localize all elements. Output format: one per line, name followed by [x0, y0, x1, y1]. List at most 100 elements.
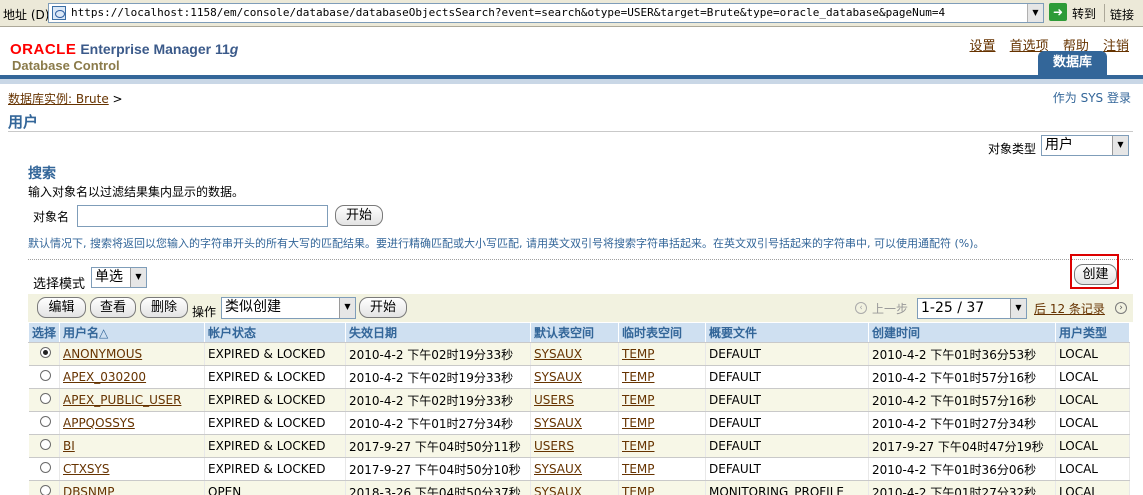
tab-database[interactable]: 数据库 — [1038, 51, 1107, 75]
cell-user-type: LOCAL — [1055, 411, 1130, 435]
chevron-down-icon: ▼ — [1112, 136, 1128, 155]
table-row: ANONYMOUS EXPIRED & LOCKED 2010-4-2 下午02… — [28, 342, 1130, 366]
default-tablespace-link[interactable]: SYSAUX — [534, 485, 582, 495]
row-radio[interactable] — [39, 393, 51, 404]
temp-tablespace-link[interactable]: TEMP — [622, 370, 655, 384]
col-header-expiry-date[interactable]: 失效日期 — [345, 322, 531, 343]
previous-icon: ‹ — [855, 302, 867, 314]
cell-account-status: EXPIRED & LOCKED — [204, 365, 346, 389]
username-link[interactable]: DBSNMP — [63, 485, 114, 495]
cell-default-tablespace: USERS — [530, 388, 619, 412]
default-tablespace-link[interactable]: SYSAUX — [534, 347, 582, 361]
username-link[interactable]: APEX_030200 — [63, 370, 146, 384]
table-row: APPQOSSYS EXPIRED & LOCKED 2010-4-2 下午01… — [28, 411, 1130, 435]
cell-created: 2010-4-2 下午01时36分53秒 — [868, 342, 1056, 366]
username-link[interactable]: BI — [63, 439, 75, 453]
username-link[interactable]: APEX_PUBLIC_USER — [63, 393, 181, 407]
row-radio[interactable] — [39, 462, 51, 473]
username-link[interactable]: APPQOSSYS — [63, 416, 135, 430]
cell-user-type: LOCAL — [1055, 457, 1130, 481]
page-range-select[interactable]: 1-25 / 37 ▼ — [917, 298, 1027, 319]
breadcrumb-separator: > — [112, 92, 123, 106]
breadcrumb-instance-link[interactable]: 数据库实例: Brute — [8, 92, 109, 106]
brand-g: g — [229, 41, 239, 57]
cell-user-type: LOCAL — [1055, 480, 1130, 495]
next-icon[interactable]: › — [1115, 302, 1127, 314]
search-title: 搜索 — [28, 166, 56, 182]
col-header-temp-tablespace[interactable]: 临时表空间 — [618, 322, 706, 343]
page-title: 用户 — [8, 113, 39, 131]
edit-button[interactable]: 编辑 — [37, 297, 86, 318]
row-radio[interactable] — [39, 347, 51, 358]
url-input[interactable]: https://localhost:1158/em/console/databa… — [48, 3, 1044, 23]
cell-profile: DEFAULT — [705, 365, 869, 389]
action-go-button[interactable]: 开始 — [359, 297, 407, 318]
row-radio[interactable] — [39, 370, 51, 381]
search-hint: 默认情况下, 搜索将返回以您输入的字符串开头的所有大写的匹配结果。要进行精确匹配… — [28, 237, 985, 250]
next-page-link[interactable]: 后 12 条记录 — [1034, 300, 1105, 317]
select-mode-select[interactable]: 单选 ▼ — [91, 267, 147, 288]
object-name-input[interactable] — [77, 205, 328, 227]
default-tablespace-link[interactable]: USERS — [534, 393, 574, 407]
link-settings[interactable]: 设置 — [970, 39, 996, 54]
default-tablespace-link[interactable]: SYSAUX — [534, 416, 582, 430]
cell-temp-tablespace: TEMP — [618, 365, 706, 389]
search-go-button[interactable]: 开始 — [335, 205, 383, 226]
temp-tablespace-link[interactable]: TEMP — [622, 393, 655, 407]
row-radio[interactable] — [39, 416, 51, 427]
go-button[interactable]: ➜ 转到 — [1049, 3, 1102, 23]
temp-tablespace-link[interactable]: TEMP — [622, 462, 655, 476]
col-header-user-type[interactable]: 用户类型 — [1055, 322, 1130, 343]
brand-oracle: ORACLE — [10, 41, 77, 58]
temp-tablespace-link[interactable]: TEMP — [622, 485, 655, 495]
col-header-default-tablespace[interactable]: 默认表空间 — [530, 322, 619, 343]
cell-account-status: OPEN — [204, 480, 346, 495]
temp-tablespace-link[interactable]: TEMP — [622, 347, 655, 361]
links-button[interactable]: 链接 — [1110, 6, 1134, 23]
cell-expiry-date: 2010-4-2 下午02时19分33秒 — [345, 365, 531, 389]
cell-account-status: EXPIRED & LOCKED — [204, 457, 346, 481]
col-header-created[interactable]: 创建时间 — [868, 322, 1056, 343]
search-description: 输入对象名以过滤结果集内显示的数据。 — [28, 185, 245, 199]
cell-expiry-date: 2010-4-2 下午01时27分34秒 — [345, 411, 531, 435]
default-tablespace-link[interactable]: USERS — [534, 439, 574, 453]
cell-username: CTXSYS — [59, 457, 205, 481]
url-dropdown-icon[interactable]: ▼ — [1027, 4, 1043, 22]
url-text: https://localhost:1158/em/console/databa… — [71, 6, 946, 19]
cell-created: 2010-4-2 下午01时36分06秒 — [868, 457, 1056, 481]
table-row: BI EXPIRED & LOCKED 2017-9-27 下午04时50分11… — [28, 434, 1130, 458]
cell-expiry-date: 2018-3-26 下午04时50分37秒 — [345, 480, 531, 495]
address-bar: 地址 (D) https://localhost:1158/em/console… — [0, 0, 1143, 27]
title-divider — [8, 131, 1133, 132]
cell-default-tablespace: SYSAUX — [530, 457, 619, 481]
cell-temp-tablespace: TEMP — [618, 457, 706, 481]
cell-user-type: LOCAL — [1055, 388, 1130, 412]
username-link[interactable]: ANONYMOUS — [63, 347, 142, 361]
chevron-down-icon: ▼ — [1010, 299, 1026, 318]
temp-tablespace-link[interactable]: TEMP — [622, 416, 655, 430]
default-tablespace-link[interactable]: SYSAUX — [534, 370, 582, 384]
view-button[interactable]: 查看 — [90, 297, 136, 318]
action-select[interactable]: 类似创建 ▼ — [221, 297, 356, 319]
row-select-cell — [28, 388, 60, 412]
cell-default-tablespace: SYSAUX — [530, 365, 619, 389]
delete-button[interactable]: 删除 — [140, 297, 188, 318]
select-mode-value: 单选 — [95, 269, 123, 285]
row-select-cell — [28, 457, 60, 481]
create-button[interactable]: 创建 — [1074, 264, 1117, 285]
row-radio[interactable] — [39, 439, 51, 450]
row-select-cell — [28, 480, 60, 495]
link-logout[interactable]: 注销 — [1103, 39, 1129, 54]
default-tablespace-link[interactable]: SYSAUX — [534, 462, 582, 476]
previous-link: 上一步 — [872, 302, 909, 316]
col-header-username[interactable]: 用户名△ — [59, 322, 205, 343]
col-header-profile[interactable]: 概要文件 — [705, 322, 869, 343]
col-header-account-status[interactable]: 帐户状态 — [204, 322, 346, 343]
temp-tablespace-link[interactable]: TEMP — [622, 439, 655, 453]
object-type-select[interactable]: 用户 ▼ — [1041, 135, 1129, 156]
cell-default-tablespace: USERS — [530, 434, 619, 458]
row-select-cell — [28, 365, 60, 389]
row-select-cell — [28, 342, 60, 366]
row-radio[interactable] — [39, 485, 51, 495]
username-link[interactable]: CTXSYS — [63, 462, 110, 476]
